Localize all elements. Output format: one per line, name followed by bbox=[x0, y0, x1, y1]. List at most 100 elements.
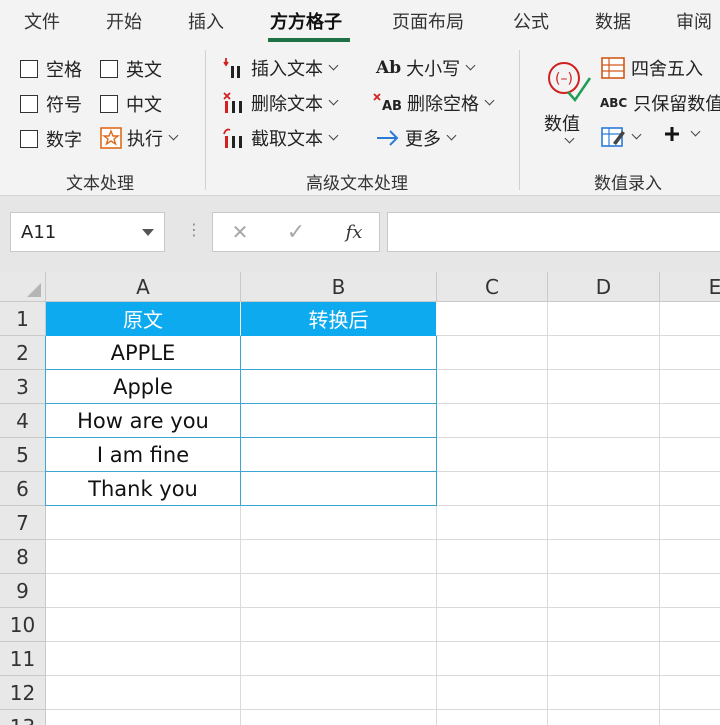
formula-buttons: ✕ ✓ fx bbox=[212, 212, 380, 252]
cell-a2[interactable]: APPLE bbox=[45, 336, 241, 370]
numeric-icon: (–) bbox=[542, 56, 592, 110]
delete-text-button[interactable]: 删除文本 bbox=[222, 90, 339, 116]
row-header-2[interactable]: 2 bbox=[0, 336, 46, 370]
delete-text-label: 删除文本 bbox=[251, 94, 323, 115]
cell-a3[interactable]: Apple bbox=[45, 370, 241, 404]
keep-values-button[interactable]: ABC 只保留数值 bbox=[600, 90, 720, 116]
round-label: 四舍五入 bbox=[631, 59, 703, 80]
tab-file[interactable]: 文件 bbox=[24, 8, 60, 34]
ribbon-tab-bar: 文件 开始 插入 方方格子 页面布局 公式 数据 审阅 bbox=[0, 0, 720, 44]
more-button[interactable]: 更多 bbox=[376, 125, 457, 151]
column-header-c[interactable]: C bbox=[437, 272, 548, 302]
cell-b6[interactable] bbox=[241, 472, 437, 506]
column-header-a[interactable]: A bbox=[46, 272, 241, 302]
cell-a6[interactable]: Thank you bbox=[45, 472, 241, 506]
row-header-1[interactable]: 1 bbox=[0, 302, 46, 336]
checkbox-number[interactable]: 数字 bbox=[20, 126, 82, 152]
checkbox-box bbox=[100, 60, 118, 78]
chevron-down-icon bbox=[690, 126, 701, 137]
checkbox-space[interactable]: 空格 bbox=[20, 56, 82, 82]
table-edit-button[interactable] bbox=[600, 125, 642, 149]
numeric-label: 数值 bbox=[544, 114, 580, 135]
row-header-13[interactable]: 13 bbox=[0, 710, 46, 725]
group-divider bbox=[205, 50, 206, 190]
row-header-8[interactable]: 8 bbox=[0, 540, 46, 574]
keep-values-label: 只保留数值 bbox=[633, 94, 720, 115]
table-edit-icon bbox=[600, 125, 626, 149]
column-header-b[interactable]: B bbox=[241, 272, 437, 302]
row-header-3[interactable]: 3 bbox=[0, 370, 46, 404]
column-header-e[interactable]: E bbox=[660, 272, 720, 302]
vertical-dots-icon: ⋮ bbox=[186, 220, 202, 239]
plus-icon bbox=[663, 125, 681, 143]
active-tab-indicator bbox=[268, 38, 350, 42]
column-header-d[interactable]: D bbox=[548, 272, 660, 302]
worksheet-grid: A B C D E 1 2 3 4 5 6 7 8 9 10 11 12 13 … bbox=[0, 272, 720, 725]
row-header-4[interactable]: 4 bbox=[0, 404, 46, 438]
tab-page-layout[interactable]: 页面布局 bbox=[392, 8, 464, 34]
cell-b2[interactable] bbox=[241, 336, 437, 370]
checkbox-box bbox=[20, 130, 38, 148]
execute-icon bbox=[100, 127, 122, 149]
execute-label: 执行 bbox=[127, 129, 163, 150]
tab-insert[interactable]: 插入 bbox=[188, 8, 224, 34]
cell-b3[interactable] bbox=[241, 370, 437, 404]
grid-column-line bbox=[659, 302, 660, 725]
numeric-button[interactable]: (–) 数值 bbox=[538, 52, 592, 156]
row-header-11[interactable]: 11 bbox=[0, 642, 46, 676]
confirm-icon[interactable]: ✓ bbox=[283, 213, 309, 251]
round-button[interactable]: 四舍五入 bbox=[600, 55, 703, 81]
case-icon: Ab bbox=[376, 58, 402, 78]
cell-b5[interactable] bbox=[241, 438, 437, 472]
row-header-6[interactable]: 6 bbox=[0, 472, 46, 506]
checkbox-box bbox=[20, 95, 38, 113]
tab-home[interactable]: 开始 bbox=[106, 8, 142, 34]
tab-formulas[interactable]: 公式 bbox=[513, 8, 549, 34]
checkbox-label: 空格 bbox=[46, 60, 82, 81]
insert-text-button[interactable]: 插入文本 bbox=[222, 55, 339, 81]
cell-a1[interactable]: 原文 bbox=[46, 302, 241, 336]
tab-review[interactable]: 审阅 bbox=[676, 8, 712, 34]
checkbox-box bbox=[100, 95, 118, 113]
group-divider bbox=[519, 50, 520, 190]
cancel-icon[interactable]: ✕ bbox=[227, 213, 253, 251]
chevron-down-icon bbox=[328, 130, 339, 141]
group-label-advanced-text: 高级文本处理 bbox=[306, 174, 408, 194]
select-all-triangle-icon bbox=[27, 283, 41, 297]
insert-function-icon[interactable]: fx bbox=[339, 213, 369, 251]
cell-a4[interactable]: How are you bbox=[45, 404, 241, 438]
row-header-10[interactable]: 10 bbox=[0, 608, 46, 642]
delete-text-icon bbox=[222, 91, 246, 115]
extract-text-button[interactable]: 截取文本 bbox=[222, 125, 339, 151]
cell-a5[interactable]: I am fine bbox=[45, 438, 241, 472]
row-header-5[interactable]: 5 bbox=[0, 438, 46, 472]
remove-space-button[interactable]: AB 删除空格 bbox=[373, 90, 495, 116]
checkbox-chinese[interactable]: 中文 bbox=[100, 91, 162, 117]
chevron-down-icon bbox=[328, 60, 339, 71]
keep-values-icon: ABC bbox=[600, 96, 628, 110]
checkbox-box bbox=[20, 60, 38, 78]
checkbox-symbol[interactable]: 符号 bbox=[20, 91, 82, 117]
checkbox-label: 英文 bbox=[126, 60, 162, 81]
insert-text-icon bbox=[222, 56, 246, 80]
select-all-button[interactable] bbox=[0, 272, 46, 302]
extract-text-icon bbox=[222, 126, 246, 150]
cell-b4[interactable] bbox=[241, 404, 437, 438]
cell-b1[interactable]: 转换后 bbox=[241, 302, 437, 336]
chevron-down-icon bbox=[631, 129, 642, 140]
row-header-9[interactable]: 9 bbox=[0, 574, 46, 608]
add-button[interactable] bbox=[663, 125, 701, 143]
name-box[interactable]: A11 bbox=[10, 212, 165, 252]
formula-input[interactable] bbox=[387, 212, 720, 252]
grid-column-line bbox=[547, 302, 548, 725]
tab-data[interactable]: 数据 bbox=[595, 8, 631, 34]
remove-space-icon-text: AB bbox=[382, 98, 402, 114]
row-header-7[interactable]: 7 bbox=[0, 506, 46, 540]
tab-fangfang[interactable]: 方方格子 bbox=[270, 8, 342, 34]
case-button[interactable]: Ab 大小写 bbox=[376, 55, 476, 81]
formula-bar: A11 ⋮ ✕ ✓ fx bbox=[0, 196, 720, 272]
row-header-12[interactable]: 12 bbox=[0, 676, 46, 710]
checkbox-english[interactable]: 英文 bbox=[100, 56, 162, 82]
chevron-down-icon bbox=[328, 95, 339, 106]
execute-button[interactable]: 执行 bbox=[100, 125, 179, 151]
